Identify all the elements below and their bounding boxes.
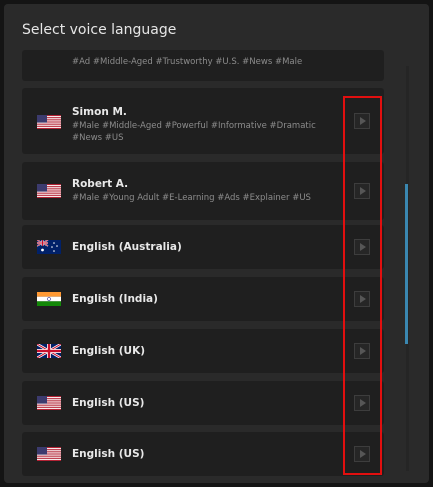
- us-flag-icon: [37, 396, 61, 410]
- play-button[interactable]: [354, 446, 370, 462]
- play-button[interactable]: [354, 291, 370, 307]
- uk-flag-icon: [37, 344, 61, 358]
- play-button[interactable]: [354, 183, 370, 199]
- voice-name: English (US): [72, 397, 145, 409]
- us-flag-icon: [37, 184, 61, 198]
- voice-row-simon-m[interactable]: Simon M. #Male #Middle-Aged #Powerful #I…: [22, 88, 384, 154]
- australia-flag-icon: [37, 240, 61, 254]
- us-flag-icon: [37, 447, 61, 461]
- voice-list[interactable]: #Ad #Middle-Aged #Trustworthy #U.S. #New…: [4, 4, 429, 483]
- play-button[interactable]: [354, 239, 370, 255]
- india-flag-icon: [37, 292, 61, 306]
- voice-row-english-us-2[interactable]: English (US): [22, 432, 384, 476]
- voice-name: English (Australia): [72, 241, 182, 253]
- voice-name: Simon M.: [72, 106, 127, 118]
- voice-language-modal: #Ad #Middle-Aged #Trustworthy #U.S. #New…: [4, 4, 429, 483]
- voice-row-english-australia[interactable]: English (Australia): [22, 225, 384, 269]
- play-button[interactable]: [354, 395, 370, 411]
- voice-row-0[interactable]: #Ad #Middle-Aged #Trustworthy #U.S. #New…: [22, 50, 384, 81]
- voice-tags: #Male #Middle-Aged #Powerful #Informativ…: [72, 121, 316, 143]
- voice-name: English (US): [72, 448, 145, 460]
- modal-title: Select voice language: [22, 22, 177, 38]
- us-flag-icon: [37, 115, 61, 129]
- voice-name: Robert A.: [72, 178, 129, 190]
- voice-tags: #Ad #Middle-Aged #Trustworthy #U.S. #New…: [72, 57, 303, 67]
- voice-row-english-uk[interactable]: English (UK): [22, 329, 384, 373]
- modal-header: Select voice language: [4, 4, 429, 48]
- voice-tags: #Male #Young Adult #E-Learning #Ads #Exp…: [72, 193, 311, 203]
- voice-row-robert-a[interactable]: Robert A. #Male #Young Adult #E-Learning…: [22, 162, 384, 220]
- play-button[interactable]: [354, 113, 370, 129]
- voice-name: English (UK): [72, 345, 146, 357]
- voice-row-english-us[interactable]: English (US): [22, 381, 384, 425]
- voice-row-english-india[interactable]: English (India): [22, 277, 384, 321]
- voice-name: English (India): [72, 293, 158, 305]
- play-button[interactable]: [354, 343, 370, 359]
- scrollbar-thumb[interactable]: [405, 184, 408, 344]
